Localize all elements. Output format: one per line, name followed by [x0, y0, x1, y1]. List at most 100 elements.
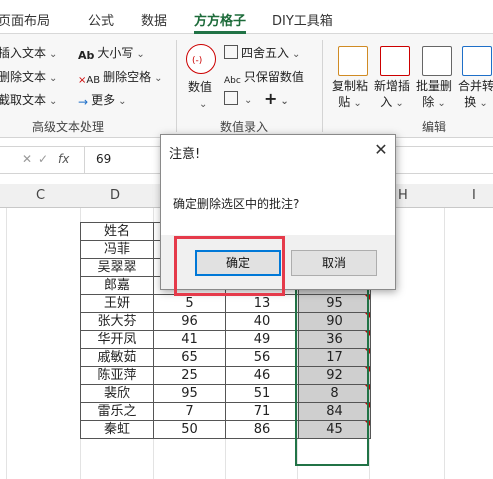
table-row: 戚敏茹 65 56 17: [80, 348, 371, 367]
comment-cell[interactable]: 36: [298, 330, 371, 349]
table-cell[interactable]: 戚敏茹: [80, 348, 154, 367]
cancel-button[interactable]: 取消: [291, 250, 377, 276]
tab-data[interactable]: 数据: [141, 10, 167, 32]
dialog-footer: 确定 取消: [161, 235, 395, 289]
table-cell[interactable]: 65: [153, 348, 226, 367]
table-cell[interactable]: 张大芬: [80, 312, 154, 331]
column-header-d[interactable]: D: [110, 188, 120, 203]
comment-cell[interactable]: 45: [298, 420, 371, 439]
batch-delete-button[interactable]: 批量删除 ⌄: [416, 78, 452, 112]
grid-line: [6, 208, 7, 479]
table-row: 张大芬 96 40 90: [80, 312, 371, 331]
add-insert-button[interactable]: 新增插入 ⌄: [374, 78, 410, 112]
arrow-right-icon: →: [78, 95, 89, 109]
comment-cell[interactable]: 90: [298, 312, 371, 331]
table-cell[interactable]: 25: [153, 366, 226, 385]
cancel-icon[interactable]: ✕: [22, 152, 32, 166]
value-button[interactable]: 数值: [188, 78, 212, 95]
extract-text-button[interactable]: 截取文本 ⌄: [0, 91, 57, 108]
table-cell[interactable]: 86: [225, 420, 299, 439]
tab-diy-toolbox[interactable]: DIY工具箱: [272, 10, 333, 32]
merge-icon: [462, 46, 492, 76]
table-row: 雷乐之 7 71 84: [80, 402, 371, 421]
case-icon: Ab: [78, 49, 95, 62]
table-cell[interactable]: 40: [225, 312, 299, 331]
table-cell[interactable]: 50: [153, 420, 226, 439]
tab-formulas[interactable]: 公式: [88, 10, 114, 32]
ok-button[interactable]: 确定: [195, 250, 281, 276]
table-cell[interactable]: 华开凤: [80, 330, 154, 349]
table-cell[interactable]: 41: [153, 330, 226, 349]
value-caret[interactable]: ⌄: [196, 96, 207, 110]
insert-rows-icon: [380, 46, 410, 76]
svg-text:(-): (-): [192, 56, 202, 66]
dialog-title: 注意!: [169, 147, 201, 162]
delete-text-button[interactable]: 删除文本 ⌄: [0, 68, 57, 85]
ribbon-divider: [322, 40, 323, 132]
table-row: 王妍 5 13 95: [80, 294, 371, 313]
edit-grid-icon: [224, 91, 238, 105]
table-cell[interactable]: 秦虹: [80, 420, 154, 439]
formula-input[interactable]: 69: [96, 152, 111, 166]
grid-icon: [224, 45, 238, 59]
table-cell[interactable]: 陈亚萍: [80, 366, 154, 385]
delete-space-button[interactable]: ×AB 删除空格 ⌄: [78, 68, 163, 89]
table-cell[interactable]: 7: [153, 402, 226, 421]
column-header-h[interactable]: H: [398, 188, 408, 203]
edit-group-label: 编辑: [422, 120, 447, 134]
plus-button[interactable]: + ⌄: [264, 89, 289, 108]
tab-fangfang[interactable]: 方方格子: [194, 10, 247, 34]
table-cell[interactable]: 95: [153, 384, 226, 403]
column-header-i[interactable]: I: [472, 188, 476, 203]
comment-cell[interactable]: 92: [298, 366, 371, 385]
batch-delete-icon: [422, 46, 452, 76]
comment-cell[interactable]: 17: [298, 348, 371, 367]
insert-text-button[interactable]: 插入文本 ⌄: [0, 44, 57, 61]
merge-convert-button[interactable]: 合并转换 ⌄: [458, 78, 493, 112]
delete-space-icon: ×AB: [78, 75, 101, 86]
table-cell[interactable]: 郎嘉: [80, 276, 154, 295]
grid-line: [444, 208, 445, 479]
table-cell[interactable]: 5: [153, 294, 226, 313]
column-header-c[interactable]: C: [36, 188, 45, 203]
table-row: 陈亚萍 25 46 92: [80, 366, 371, 385]
close-icon[interactable]: ✕: [369, 139, 393, 161]
table-cell[interactable]: 71: [225, 402, 299, 421]
table-row: 秦虹 50 86 45: [80, 420, 371, 439]
formula-divider: [84, 147, 85, 173]
comment-cell[interactable]: 95: [298, 294, 371, 313]
case-button[interactable]: Ab 大小写 ⌄: [78, 44, 145, 63]
table-cell[interactable]: 冯菲: [80, 240, 154, 259]
check-icon[interactable]: ✓: [38, 152, 48, 166]
table-cell[interactable]: 吴翠翠: [80, 258, 154, 277]
abc-icon: Abc: [224, 76, 241, 86]
header-cell-name[interactable]: 姓名: [80, 222, 154, 241]
ribbon-tabs: 页面布局 公式 数据 方方格子 DIY工具箱: [0, 0, 493, 34]
table-row: 华开凤 41 49 36: [80, 330, 371, 349]
table-cell[interactable]: 96: [153, 312, 226, 331]
round-button[interactable]: 四舍五入 ⌄: [224, 44, 300, 61]
table-cell[interactable]: 雷乐之: [80, 402, 154, 421]
table-cell[interactable]: 王妍: [80, 294, 154, 313]
table-cell[interactable]: 49: [225, 330, 299, 349]
copy-paste-button[interactable]: 复制粘贴 ⌄: [332, 78, 368, 112]
table-cell[interactable]: 13: [225, 294, 299, 313]
value-group-label: 数值录入: [220, 120, 269, 134]
comment-cell[interactable]: 8: [298, 384, 371, 403]
function-icon[interactable]: fx: [58, 152, 69, 166]
value-icon: (-): [186, 44, 216, 74]
text-group-label: 高级文本处理: [32, 120, 105, 134]
format-button[interactable]: ⌄: [224, 91, 252, 106]
tab-page-layout[interactable]: 页面布局: [0, 10, 50, 32]
table-cell[interactable]: 51: [225, 384, 299, 403]
table-cell[interactable]: 裴欣: [80, 384, 154, 403]
confirm-dialog: 注意! ✕ 确定删除选区中的批注? 确定 取消: [160, 134, 396, 290]
ribbon-divider: [176, 40, 177, 132]
table-cell[interactable]: 56: [225, 348, 299, 367]
more-button[interactable]: → 更多 ⌄: [78, 91, 126, 109]
table-cell[interactable]: 46: [225, 366, 299, 385]
ribbon: 插入文本 ⌄ 删除文本 ⌄ 截取文本 ⌄ Ab 大小写 ⌄ ×AB 删除空格 ⌄ → 更多 ⌄ 高…: [0, 34, 493, 138]
comment-cell[interactable]: 84: [298, 402, 371, 421]
keep-value-button[interactable]: Abc 只保留数值: [224, 68, 304, 90]
paste-icon: [338, 46, 368, 76]
